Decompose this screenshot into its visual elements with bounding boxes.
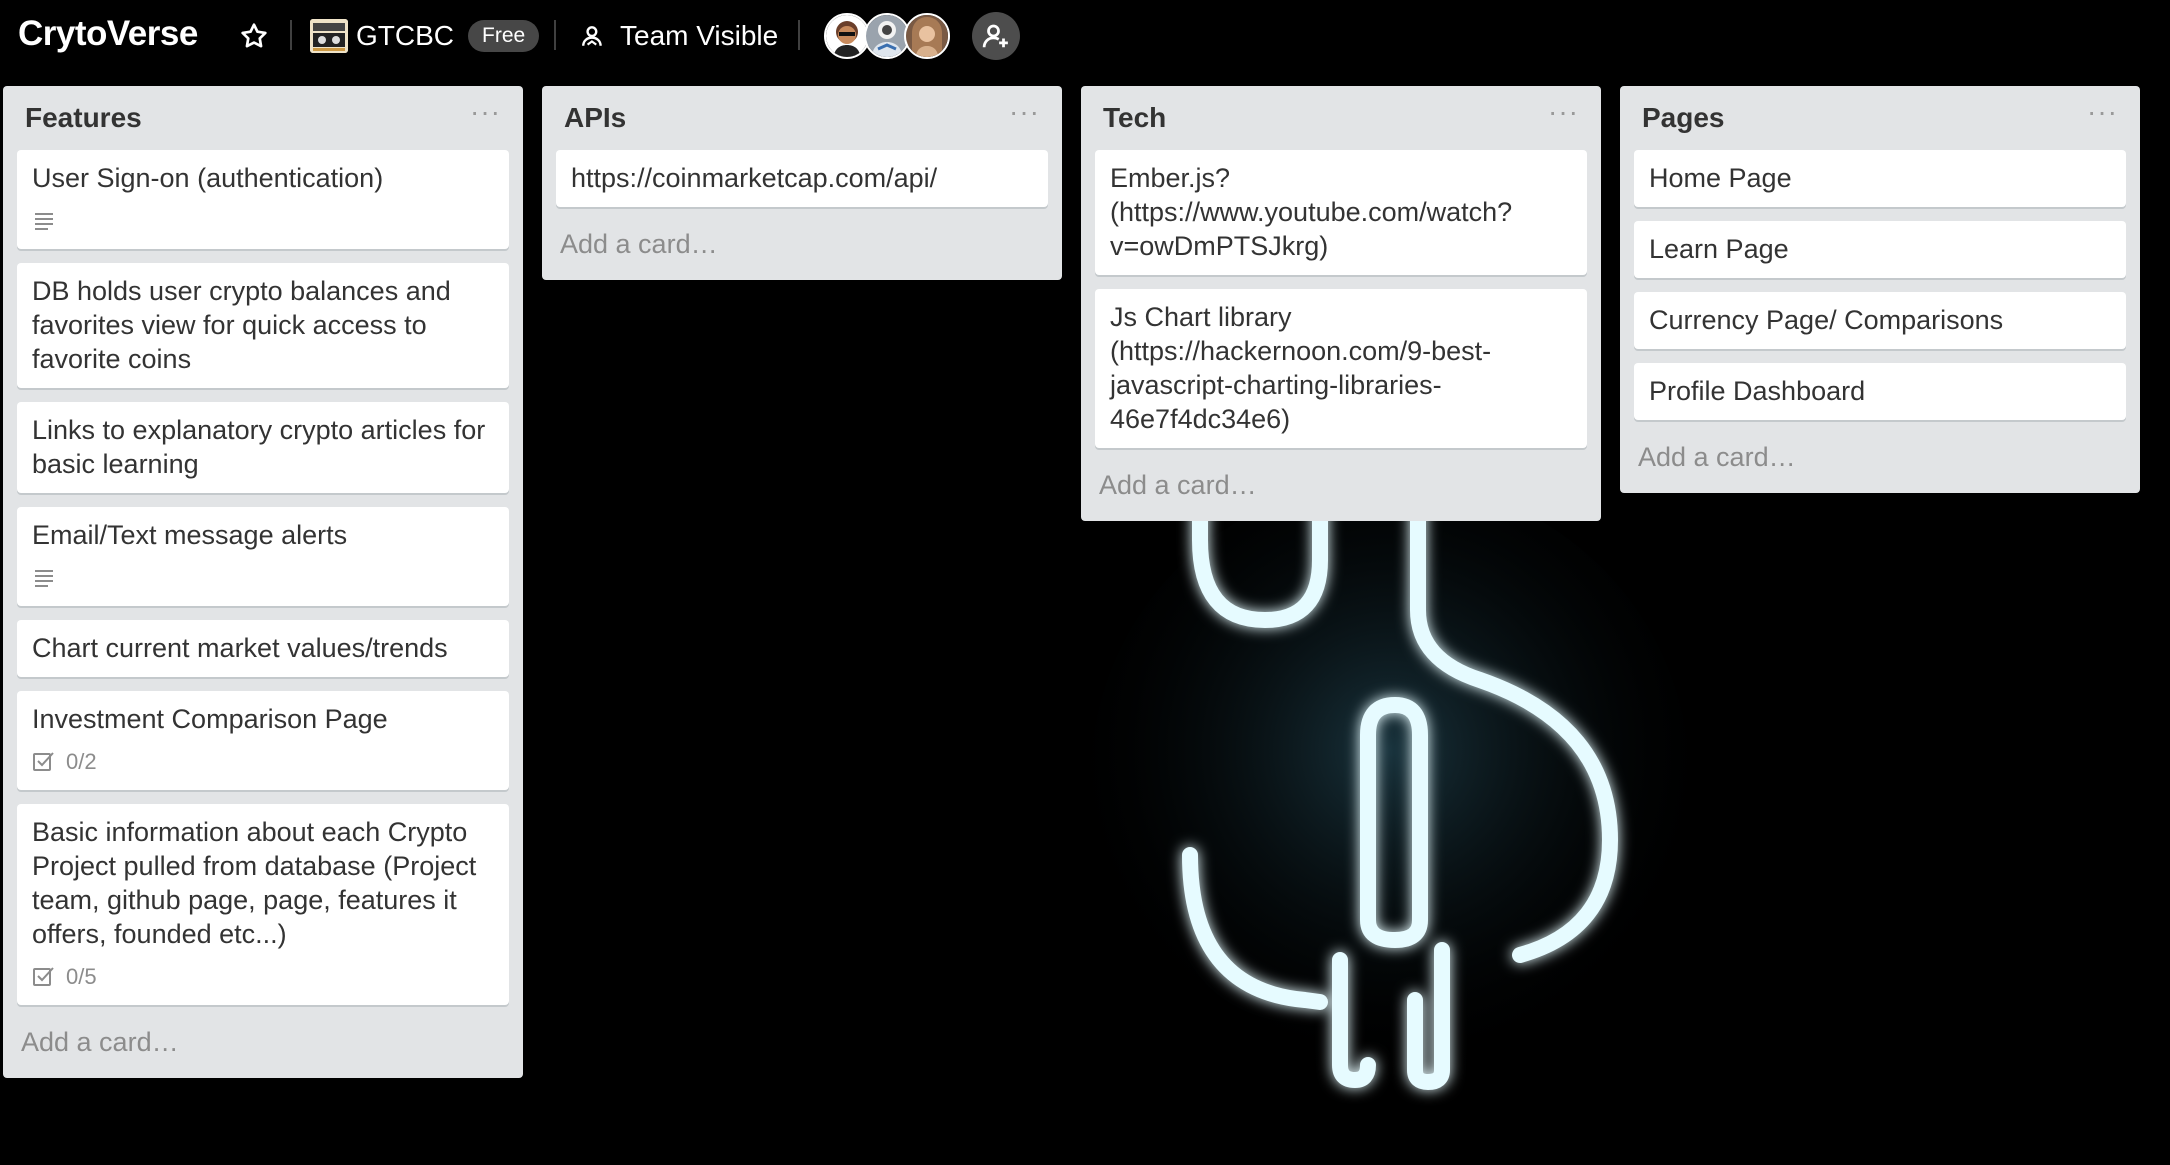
card-title: Home Page xyxy=(1649,163,1792,193)
team-name: GTCBC xyxy=(356,20,454,51)
board-title[interactable]: CrytoVerse xyxy=(18,14,198,54)
add-card-button[interactable]: Add a card… xyxy=(556,221,1048,280)
add-card-button[interactable]: Add a card… xyxy=(1095,462,1587,521)
list-features: Features ··· User Sign-on (authenticatio… xyxy=(3,86,523,1078)
card[interactable]: Profile Dashboard xyxy=(1634,363,2126,420)
card-title: Ember.js? (https://www.youtube.com/watch… xyxy=(1110,163,1513,261)
list-menu-icon[interactable]: ··· xyxy=(1009,98,1040,126)
people-icon xyxy=(582,26,602,46)
card-title: Learn Page xyxy=(1649,234,1789,264)
list-header: Tech ··· xyxy=(1095,86,1587,150)
board-header: CrytoVerse GTCBC Free Team Visible xyxy=(0,0,2170,72)
card[interactable]: Investment Comparison Page 0/2 xyxy=(17,691,509,790)
card-badges: 0/2 xyxy=(32,746,494,778)
card[interactable]: Learn Page xyxy=(1634,221,2126,278)
checklist-count: 0/2 xyxy=(66,749,97,774)
visibility-label: Team Visible xyxy=(620,20,779,51)
card-title: User Sign-on (authentication) xyxy=(32,163,384,193)
card-badges xyxy=(32,205,494,237)
checklist-icon xyxy=(33,752,54,771)
list-menu-icon[interactable]: ··· xyxy=(2087,98,2118,126)
neon-dollar-background xyxy=(1090,480,1690,1090)
card-title: Profile Dashboard xyxy=(1649,376,1866,406)
card[interactable]: Js Chart library (https://hackernoon.com… xyxy=(1095,289,1587,448)
star-outline-icon xyxy=(241,23,267,48)
header-divider xyxy=(798,20,800,50)
checklist-count: 0/5 xyxy=(66,964,97,989)
list-title[interactable]: Pages xyxy=(1642,102,1725,134)
list-header: Pages ··· xyxy=(1634,86,2126,150)
plan-badge: Free xyxy=(468,20,540,52)
card-badges xyxy=(32,562,494,594)
card[interactable]: User Sign-on (authentication) xyxy=(17,150,509,249)
member-avatar[interactable] xyxy=(904,13,950,59)
visibility-button[interactable]: Team Visible xyxy=(580,14,778,58)
team-button[interactable]: GTCBC Free xyxy=(310,14,540,58)
list-title[interactable]: Tech xyxy=(1103,102,1166,134)
add-card-button[interactable]: Add a card… xyxy=(17,1019,509,1078)
add-member-icon xyxy=(982,24,1008,48)
list-header: Features ··· xyxy=(17,86,509,150)
card-title: Chart current market values/trends xyxy=(32,633,448,663)
card[interactable]: Currency Page/ Comparisons xyxy=(1634,292,2126,349)
star-button[interactable] xyxy=(238,20,270,52)
list-title[interactable]: Features xyxy=(25,102,142,134)
card-title: DB holds user crypto balances and favori… xyxy=(32,276,451,374)
card[interactable]: Chart current market values/trends xyxy=(17,620,509,677)
card[interactable]: Email/Text message alerts xyxy=(17,507,509,606)
board-members xyxy=(824,12,950,60)
add-member-button[interactable] xyxy=(972,12,1020,60)
list-title[interactable]: APIs xyxy=(564,102,626,134)
card[interactable]: Ember.js? (https://www.youtube.com/watch… xyxy=(1095,150,1587,275)
description-icon xyxy=(35,570,53,587)
list-header: APIs ··· xyxy=(556,86,1048,150)
header-divider xyxy=(290,20,292,50)
list-menu-icon[interactable]: ··· xyxy=(470,98,501,126)
card-title: Links to explanatory crypto articles for… xyxy=(32,415,486,479)
card[interactable]: Links to explanatory crypto articles for… xyxy=(17,402,509,493)
card-title: Investment Comparison Page xyxy=(32,704,388,734)
card-title: Currency Page/ Comparisons xyxy=(1649,305,2004,335)
card[interactable]: Home Page xyxy=(1634,150,2126,207)
cassette-team-icon xyxy=(310,19,348,53)
header-divider xyxy=(554,20,556,50)
card[interactable]: Basic information about each Crypto Proj… xyxy=(17,804,509,1005)
checklist-icon xyxy=(33,967,54,986)
card-badges: 0/5 xyxy=(32,961,494,993)
card[interactable]: DB holds user crypto balances and favori… xyxy=(17,263,509,388)
description-icon xyxy=(35,213,53,230)
list-pages: Pages ··· Home Page Learn Page Currency … xyxy=(1620,86,2140,493)
card-title: Js Chart library (https://hackernoon.com… xyxy=(1110,302,1492,434)
list-apis: APIs ··· https://coinmarketcap.com/api/ … xyxy=(542,86,1062,280)
card-title: Basic information about each Crypto Proj… xyxy=(32,817,477,949)
card[interactable]: https://coinmarketcap.com/api/ xyxy=(556,150,1048,207)
list-tech: Tech ··· Ember.js? (https://www.youtube.… xyxy=(1081,86,1601,521)
card-title: Email/Text message alerts xyxy=(32,520,348,550)
add-card-button[interactable]: Add a card… xyxy=(1634,434,2126,493)
card-title: https://coinmarketcap.com/api/ xyxy=(571,163,938,193)
list-menu-icon[interactable]: ··· xyxy=(1548,98,1579,126)
